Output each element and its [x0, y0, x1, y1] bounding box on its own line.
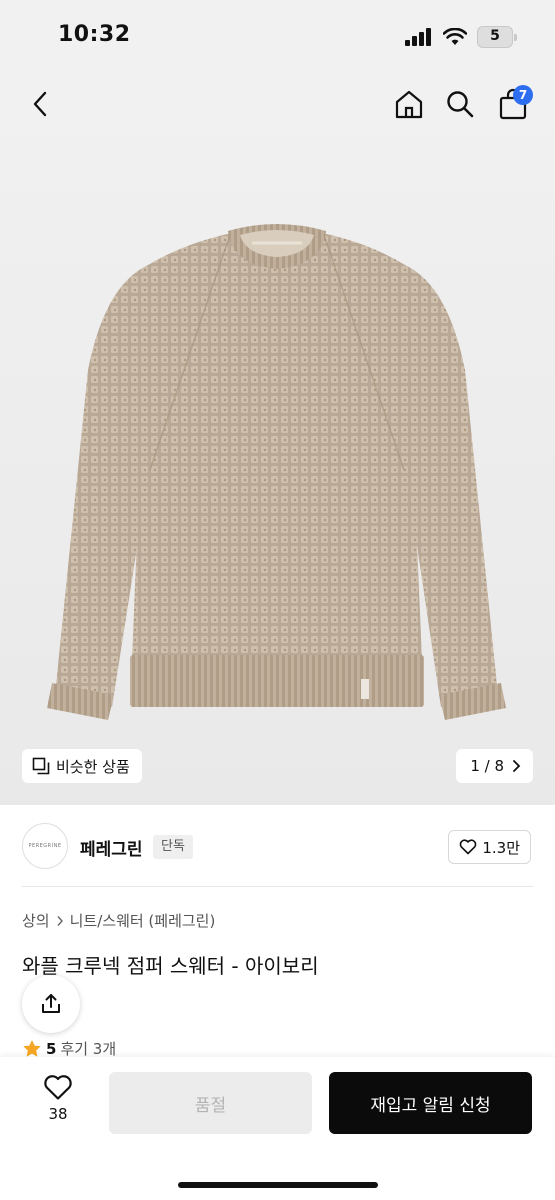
review-count: 후기 3개	[60, 1040, 117, 1058]
share-button[interactable]	[22, 975, 80, 1033]
wifi-icon	[443, 28, 467, 45]
similar-icon	[32, 757, 50, 775]
breadcrumb: 상의 니트/스웨터 (페레그린)	[22, 910, 215, 931]
breadcrumb-subcategory[interactable]: 니트/스웨터 (페레그린)	[70, 910, 216, 931]
nav-bar: 7	[0, 75, 555, 135]
image-page-count: 1 / 8	[470, 757, 504, 775]
back-icon[interactable]	[24, 87, 58, 121]
bottom-action-bar: 38 품절 재입고 알림 신청	[0, 1057, 555, 1200]
divider	[22, 886, 533, 887]
status-time: 10:32	[58, 22, 131, 47]
brand-name[interactable]: 페레그린	[80, 835, 143, 860]
heart-icon	[460, 839, 477, 855]
soldout-button[interactable]: 품절	[109, 1072, 312, 1134]
status-bar: 10:32 5	[0, 0, 555, 75]
image-page-indicator[interactable]: 1 / 8	[456, 749, 533, 783]
breadcrumb-category[interactable]: 상의	[22, 910, 50, 931]
sweater-image	[47, 224, 506, 720]
exclusive-badge: 단독	[153, 835, 193, 859]
heart-icon	[44, 1075, 72, 1100]
home-indicator	[178, 1182, 378, 1188]
product-title: 와플 크루넥 점퍼 스웨터 - 아이보리	[22, 954, 319, 978]
chevron-right-icon	[513, 760, 521, 772]
star-icon	[23, 1040, 41, 1057]
similar-products-label: 비슷한 상품	[56, 757, 130, 776]
product-image[interactable]: 비슷한 상품 1 / 8	[0, 135, 555, 805]
home-icon[interactable]	[392, 87, 426, 121]
cart-count-badge: 7	[513, 85, 533, 105]
rating[interactable]: 5 후기 3개	[22, 1038, 116, 1059]
search-icon[interactable]	[443, 87, 477, 121]
brand-row: PEREGRINE 페레그린 단독 1.3만	[0, 805, 555, 887]
share-icon	[42, 994, 60, 1013]
restock-alert-button[interactable]: 재입고 알림 신청	[329, 1072, 532, 1134]
chevron-right-icon	[57, 915, 63, 926]
similar-products-button[interactable]: 비슷한 상품	[22, 749, 142, 783]
status-icons: 5	[405, 26, 517, 48]
brand-logo[interactable]: PEREGRINE	[22, 823, 68, 869]
rating-score: 5	[46, 1039, 57, 1058]
signal-icon	[405, 28, 431, 46]
battery-level: 5	[477, 26, 513, 48]
brand-like-button[interactable]: 1.3만	[448, 830, 531, 864]
brand-like-count: 1.3만	[482, 838, 520, 857]
wishlist-button[interactable]: 38	[30, 1073, 86, 1133]
battery-icon: 5	[477, 26, 517, 48]
brand-logo-text: PEREGRINE	[28, 843, 62, 849]
wishlist-count: 38	[48, 1105, 68, 1123]
